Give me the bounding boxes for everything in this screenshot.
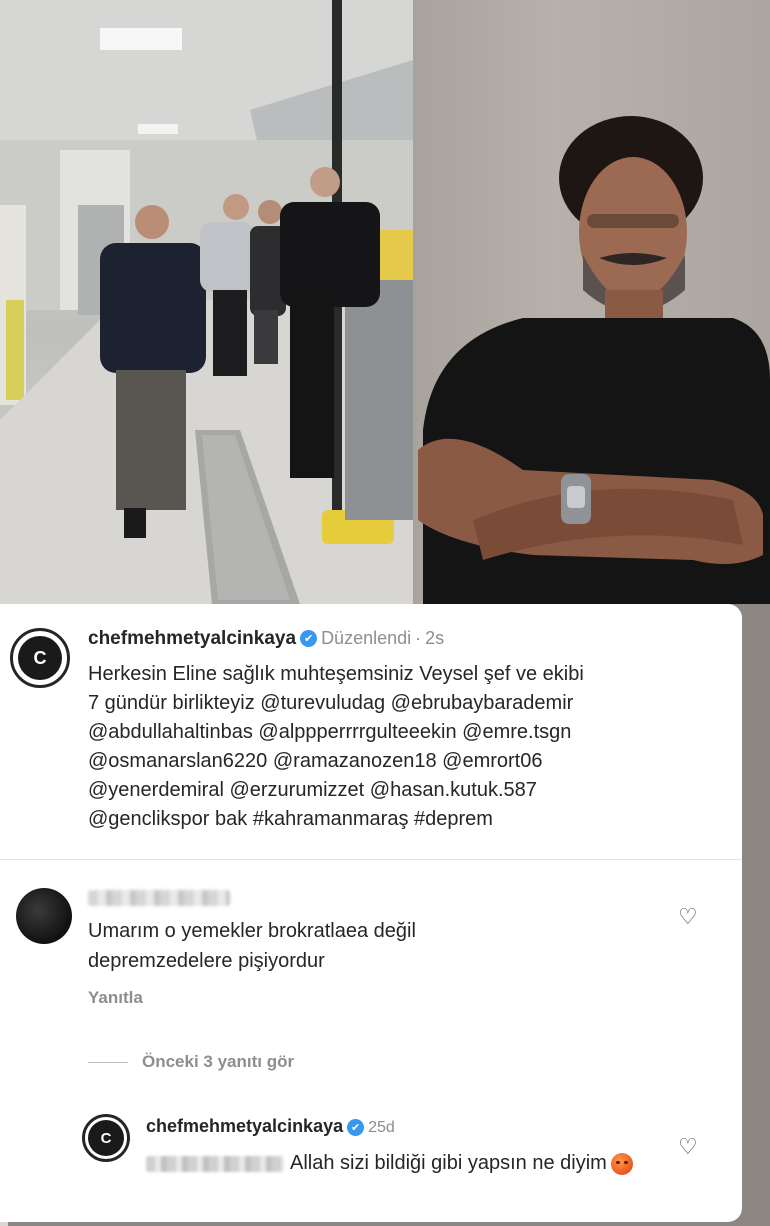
meta-separator: · xyxy=(415,628,422,648)
heart-icon[interactable]: ♡ xyxy=(678,1134,698,1160)
comment-text: Umarım o yemekler brokratlaea değil depr… xyxy=(88,920,416,972)
chef-portrait-photo xyxy=(413,0,770,604)
post-caption-section: C chefmehmetyalcinkaya ✔ Düzenlendi · 2s Her… xyxy=(0,604,742,859)
instagram-comment-card: C chefmehmetyalcinkaya ✔ Düzenlendi · 2s Her… xyxy=(0,604,742,1222)
reply-button[interactable]: Yanıtla xyxy=(88,988,143,1008)
post-caption-text: Herkesin Eline sağlık muhteşemsiniz Veys… xyxy=(88,663,584,830)
view-previous-replies[interactable]: Önceki 3 yanıtı gör xyxy=(88,1052,294,1072)
post-author-avatar[interactable]: C xyxy=(10,628,70,688)
reply-avatar-logo-letter: C xyxy=(88,1120,124,1156)
avatar-logo-letter: C xyxy=(18,636,62,680)
kitchen-photo-illustration xyxy=(0,0,413,604)
reply-header: chefmehmetyalcinkaya ✔ 25d xyxy=(146,1116,395,1137)
reply-text-container: Allah sizi bildiği gibi yapsın ne diyim xyxy=(146,1148,666,1178)
commenter-avatar[interactable] xyxy=(16,888,72,944)
verified-badge-icon: ✔ xyxy=(300,630,318,648)
chef-portrait-illustration xyxy=(418,116,770,604)
verified-badge-icon: ✔ xyxy=(347,1118,365,1136)
story-photo-area xyxy=(0,0,770,604)
kitchen-photo xyxy=(0,0,413,604)
mention-blurred[interactable] xyxy=(146,1155,284,1172)
post-username[interactable]: chefmehmetyalcinkaya xyxy=(88,628,296,649)
heart-icon[interactable]: ♡ xyxy=(678,904,698,930)
reply-username[interactable]: chefmehmetyalcinkaya xyxy=(146,1116,343,1136)
view-replies-label: Önceki 3 yanıtı gör xyxy=(142,1052,295,1071)
post-header: chefmehmetyalcinkaya ✔ Düzenlendi · 2s xyxy=(88,628,444,650)
section-divider xyxy=(0,859,742,860)
reply-time: 25d xyxy=(368,1119,395,1136)
commenter-username-blurred[interactable] xyxy=(88,890,230,906)
reply-author-avatar[interactable]: C xyxy=(82,1114,130,1162)
post-time: 2s xyxy=(425,628,445,648)
reply-text: Allah sizi bildiği gibi yapsın ne diyim xyxy=(290,1152,607,1174)
ceiling-light xyxy=(100,28,182,50)
angry-face-emoji-icon xyxy=(610,1152,633,1175)
replies-line-divider xyxy=(88,1061,128,1063)
edited-label: Düzenlendi xyxy=(321,628,412,648)
